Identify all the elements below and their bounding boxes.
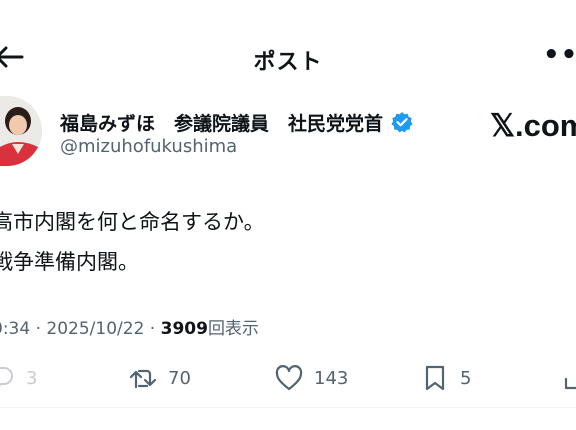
- reply-count: 3: [26, 367, 38, 389]
- x-com-watermark: 𝕏.com: [490, 108, 576, 143]
- reply-icon: [0, 367, 13, 387]
- repost-count: 70: [168, 367, 191, 389]
- author-name-row: 福島みずほ 参議院議員 社民党党首: [60, 107, 413, 137]
- views-label: 回表示: [207, 319, 259, 339]
- post-text: 高市内閣を何と命名するか。 戦争準備内閣。: [0, 202, 265, 282]
- divider: [0, 407, 576, 408]
- share-icon: [564, 377, 576, 390]
- post-meta: 0:34 · 2025/10/22 · 3909回表示: [0, 314, 259, 339]
- author-handle[interactable]: @mizuhofukushima: [60, 136, 237, 157]
- share-button[interactable]: [562, 356, 576, 400]
- repost-icon: [129, 369, 157, 389]
- meta-separator: ·: [149, 319, 156, 339]
- action-bar: 3 70 143 5: [0, 356, 576, 400]
- repost-button[interactable]: 70: [128, 356, 191, 400]
- like-count: 143: [314, 367, 349, 389]
- like-button[interactable]: 143: [274, 356, 348, 400]
- post-line: 戦争準備内閣。: [0, 250, 139, 274]
- bookmark-count: 5: [460, 367, 472, 389]
- bookmark-icon: [425, 365, 445, 391]
- like-icon: [275, 365, 303, 391]
- more-icon[interactable]: •••: [543, 40, 576, 70]
- post-line: 高市内閣を何と命名するか。: [0, 210, 265, 234]
- author-display-name[interactable]: 福島みずほ 参議院議員 社民党党首: [60, 109, 383, 136]
- page-title: ポスト: [253, 50, 323, 75]
- post-date[interactable]: 2025/10/22: [46, 319, 144, 339]
- meta-separator: ·: [35, 319, 41, 339]
- bookmark-button[interactable]: 5: [420, 356, 471, 400]
- verified-badge-icon: [391, 112, 413, 133]
- reply-button[interactable]: 3: [0, 356, 37, 400]
- post-time[interactable]: 0:34: [0, 319, 30, 339]
- views-count: 3909: [160, 319, 208, 339]
- top-bar: ポスト •••: [0, 0, 576, 112]
